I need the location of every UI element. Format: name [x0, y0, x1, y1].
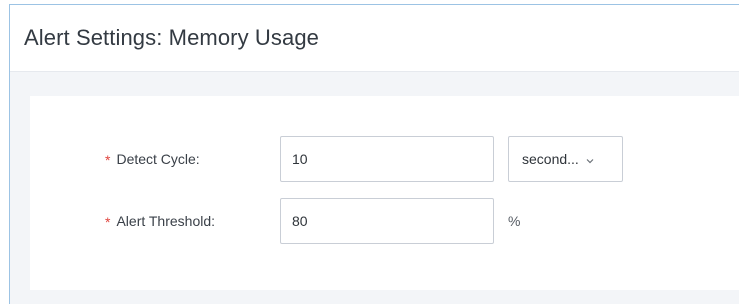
- detect-cycle-unit-select[interactable]: second...: [508, 136, 623, 182]
- alert-threshold-label-group: * Alert Threshold:: [105, 198, 215, 244]
- alert-threshold-row: * Alert Threshold: %: [30, 198, 739, 244]
- detect-cycle-unit-value: second...: [522, 151, 579, 167]
- form-panel: * Detect Cycle: second... * Alert Thr: [30, 96, 739, 290]
- detect-cycle-row: * Detect Cycle: second...: [30, 136, 739, 182]
- dialog-title: Alert Settings: Memory Usage: [24, 25, 320, 50]
- percent-unit-label: %: [508, 213, 521, 229]
- alert-settings-dialog: Alert Settings: Memory Usage * Detect Cy…: [9, 4, 739, 304]
- chevron-down-icon: [585, 153, 595, 164]
- dialog-body: * Detect Cycle: second... * Alert Thr: [10, 72, 739, 304]
- alert-threshold-label: Alert Threshold:: [116, 213, 216, 229]
- detect-cycle-input[interactable]: [280, 136, 494, 182]
- required-indicator: *: [105, 214, 111, 230]
- detect-cycle-label-group: * Detect Cycle:: [105, 136, 200, 182]
- detect-cycle-label: Detect Cycle:: [116, 151, 200, 167]
- alert-threshold-input[interactable]: [280, 198, 494, 244]
- required-indicator: *: [105, 152, 111, 168]
- dialog-header: Alert Settings: Memory Usage: [10, 5, 739, 72]
